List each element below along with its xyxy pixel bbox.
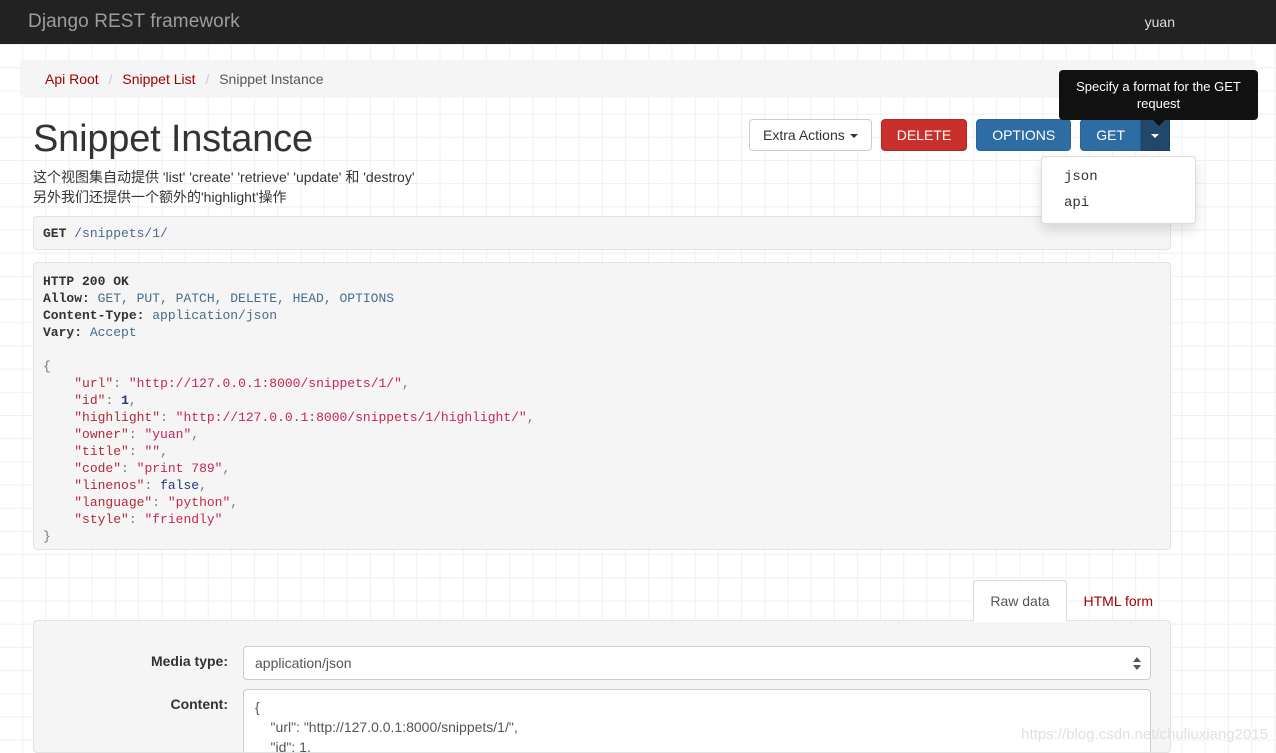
chevron-down-icon bbox=[849, 134, 858, 139]
response-header-value: GET, PUT, PATCH, DELETE, HEAD, OPTIONS bbox=[97, 291, 395, 306]
response-header-name: Content-Type: bbox=[43, 308, 145, 323]
json-key: "title" bbox=[74, 444, 129, 459]
dropdown-item-api[interactable]: api bbox=[1042, 190, 1195, 216]
select-stepper-icon bbox=[1132, 654, 1141, 672]
breadcrumb-separator: / bbox=[205, 71, 210, 87]
request-method: GET bbox=[43, 226, 67, 241]
media-type-label: Media type: bbox=[150, 653, 228, 669]
response-view-tabs: Raw data HTML form bbox=[973, 580, 1170, 622]
json-key: "code" bbox=[74, 461, 122, 476]
action-button-row: Extra Actions DELETE OPTIONS GET json ap… bbox=[749, 119, 1196, 224]
page-description: 这个视图集自动提供 'list' 'create' 'retrieve' 'up… bbox=[33, 167, 733, 207]
dropdown-item-json[interactable]: json bbox=[1042, 164, 1195, 190]
request-path: /snippets/1/ bbox=[74, 226, 168, 241]
options-button[interactable]: OPTIONS bbox=[976, 119, 1072, 151]
response-header-name: Vary: bbox=[43, 325, 83, 340]
json-value: "friendly" bbox=[144, 512, 223, 527]
json-brace-open: { bbox=[43, 359, 51, 374]
extra-actions-button[interactable]: Extra Actions bbox=[749, 119, 872, 151]
json-value: "yuan" bbox=[144, 427, 192, 442]
json-key: "url" bbox=[74, 376, 114, 391]
content-textarea[interactable]: { "url": "http://127.0.0.1:8000/snippets… bbox=[243, 689, 1151, 752]
response-header-value: Accept bbox=[89, 325, 137, 340]
delete-button[interactable]: DELETE bbox=[880, 119, 968, 151]
breadcrumb-item-snippet-list[interactable]: Snippet List bbox=[122, 71, 195, 87]
user-menu[interactable]: yuan bbox=[1145, 0, 1175, 44]
chevron-down-icon bbox=[1151, 134, 1159, 139]
json-value: "python" bbox=[167, 495, 231, 510]
json-brace-close: } bbox=[43, 529, 51, 544]
json-key: "language" bbox=[74, 495, 153, 510]
json-value: "http://127.0.0.1:8000/snippets/1/" bbox=[128, 376, 402, 391]
breadcrumb-item-current: Snippet Instance bbox=[219, 71, 324, 87]
format-tooltip: Specify a format for the GET request bbox=[1059, 70, 1258, 126]
raw-data-form-panel: Media type: application/json Content: { … bbox=[33, 620, 1171, 753]
brand-link[interactable]: Django REST framework bbox=[28, 0, 240, 44]
extra-actions-label: Extra Actions bbox=[763, 127, 845, 143]
response-header-name: Allow: bbox=[43, 291, 90, 306]
page-title: Snippet Instance bbox=[33, 118, 313, 160]
breadcrumb-item-api-root[interactable]: Api Root bbox=[45, 71, 99, 87]
breadcrumb-separator: / bbox=[108, 71, 113, 87]
response-header-value: application/json bbox=[152, 308, 278, 323]
json-value: 1 bbox=[121, 393, 129, 408]
request-panel: GET /snippets/1/ bbox=[33, 216, 1171, 250]
page-description-line-2: 另外我们还提供一个额外的'highlight'操作 bbox=[33, 189, 287, 205]
format-dropdown-menu: json api bbox=[1041, 156, 1196, 224]
json-key: "linenos" bbox=[74, 478, 145, 493]
response-status-line: HTTP 200 OK bbox=[43, 274, 129, 289]
get-button[interactable]: GET bbox=[1080, 119, 1141, 151]
json-value: false bbox=[160, 478, 200, 493]
tab-html-form[interactable]: HTML form bbox=[1067, 580, 1170, 622]
json-value: "http://127.0.0.1:8000/snippets/1/highli… bbox=[175, 410, 527, 425]
format-tooltip-text: Specify a format for the GET request bbox=[1076, 79, 1241, 111]
json-key: "highlight" bbox=[74, 410, 161, 425]
media-type-form-group: Media type: application/json bbox=[34, 646, 1170, 680]
response-panel: HTTP 200 OK Allow: GET, PUT, PATCH, DELE… bbox=[33, 262, 1171, 550]
json-key: "style" bbox=[74, 512, 129, 527]
top-navbar: Django REST framework yuan bbox=[0, 0, 1276, 44]
media-type-select[interactable]: application/json bbox=[243, 646, 1151, 680]
json-value: "" bbox=[144, 444, 161, 459]
tab-raw-data[interactable]: Raw data bbox=[973, 580, 1067, 622]
media-type-selected-value: application/json bbox=[255, 655, 352, 671]
page-description-line-1: 这个视图集自动提供 'list' 'create' 'retrieve' 'up… bbox=[33, 169, 415, 185]
json-key: "owner" bbox=[74, 427, 129, 442]
tooltip-arrow-icon bbox=[1152, 120, 1165, 126]
json-key: "id" bbox=[74, 393, 106, 408]
content-form-group: Content: { "url": "http://127.0.0.1:8000… bbox=[34, 689, 1170, 752]
content-label: Content: bbox=[170, 696, 228, 712]
json-value: "print 789" bbox=[136, 461, 223, 476]
